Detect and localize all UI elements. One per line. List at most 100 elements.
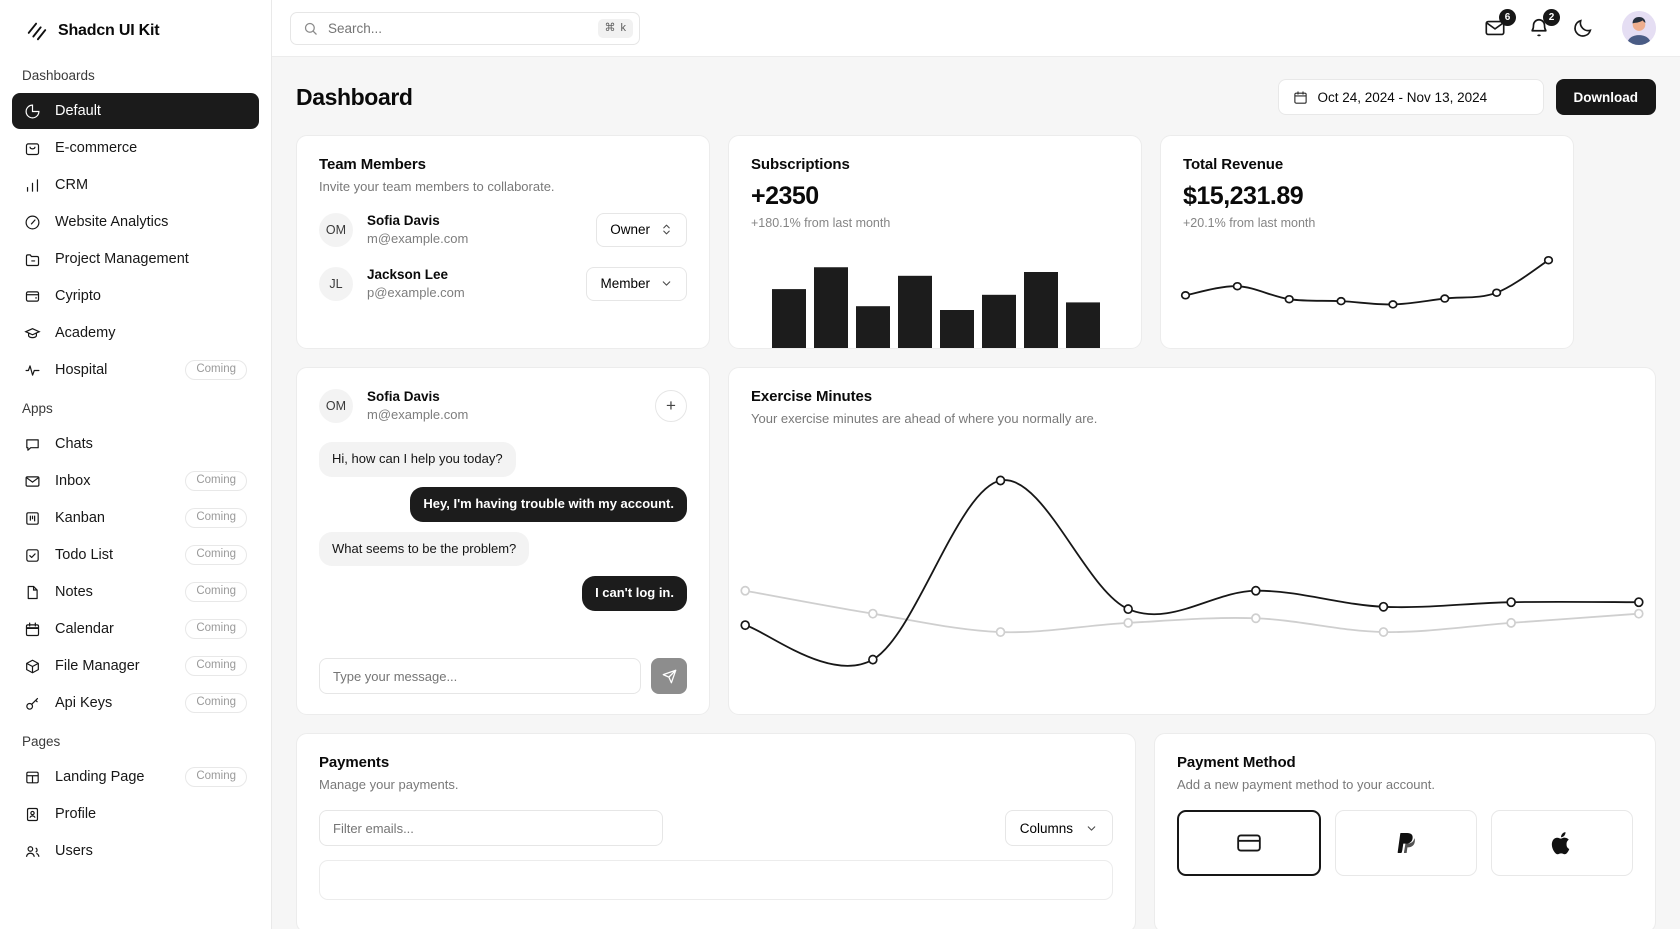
sidebar-item-label: Kanban: [55, 510, 105, 526]
new-chat-button[interactable]: +: [655, 389, 687, 422]
payments-filter-input[interactable]: [319, 810, 663, 846]
coming-soon-badge: Coming: [185, 359, 247, 381]
message-square-icon: [26, 438, 39, 451]
line-series-average: [745, 591, 1639, 633]
kanban-icon: [26, 511, 39, 525]
exercise-minutes-card: Exercise Minutes Your exercise minutes a…: [728, 367, 1656, 715]
chevron-down-icon: [1087, 825, 1096, 831]
layout-icon: [26, 771, 39, 783]
chat-message: Hi, how can I help you today?: [319, 441, 516, 477]
columns-dropdown-button[interactable]: Columns: [1004, 810, 1113, 846]
data-point: [1545, 257, 1553, 264]
search-icon: [304, 22, 317, 35]
dark-mode-toggle-icon[interactable]: [1572, 17, 1594, 39]
chat-message-input[interactable]: [319, 658, 641, 694]
data-point: [1124, 605, 1132, 613]
sidebar-item-crm[interactable]: CRM: [12, 167, 259, 203]
sidebar-item-kanban[interactable]: Kanban Coming: [12, 500, 259, 536]
sidebar-item-profile[interactable]: Profile: [12, 796, 259, 832]
search-box[interactable]: ⌘ k: [290, 11, 640, 45]
send-message-button[interactable]: [651, 658, 687, 694]
sidebar-section-label: Dashboards: [22, 68, 95, 83]
sidebar-item-calendar[interactable]: Calendar Coming: [12, 611, 259, 647]
data-point: [1252, 614, 1260, 622]
sidebar-item-label: Inbox: [55, 473, 91, 489]
apple-icon: [1551, 832, 1570, 855]
payment-option-paypal[interactable]: [1335, 810, 1477, 876]
sidebar-item-inbox[interactable]: Inbox Coming: [12, 463, 259, 499]
exercise-minutes-subtitle: Your exercise minutes are ahead of where…: [751, 411, 1098, 426]
page-title: Dashboard: [296, 83, 413, 110]
bar: [1024, 272, 1058, 348]
sidebar-item-todo-list[interactable]: Todo List Coming: [12, 537, 259, 573]
data-point: [1234, 283, 1242, 290]
topbar: ⌘ k 6 2: [272, 0, 1680, 57]
shopping-bag-icon: [25, 142, 40, 155]
bell-icon[interactable]: 2: [1528, 9, 1560, 39]
brand[interactable]: Shadcn UI Kit: [0, 0, 271, 48]
chat-contact-email: m@example.com: [367, 407, 469, 423]
data-point: [1441, 295, 1449, 302]
sidebar-item-academy[interactable]: Academy: [12, 315, 259, 351]
sidebar-item-chats[interactable]: Chats: [12, 426, 259, 462]
sidebar-item-default[interactable]: Default: [12, 93, 259, 129]
sidebar-item-project-management[interactable]: Project Management: [12, 241, 259, 277]
sidebar-item-landing-page[interactable]: Landing Page Coming: [12, 759, 259, 795]
coming-soon-badge: Coming: [185, 581, 247, 603]
bar: [814, 267, 848, 348]
date-range-value: Oct 24, 2024 - Nov 13, 2024: [1317, 89, 1488, 105]
exercise-minutes-title: Exercise Minutes: [751, 388, 872, 405]
sidebar-item-label: Cyripto: [55, 288, 101, 304]
dashboard-row-1: Team Members Invite your team members to…: [296, 135, 1656, 349]
data-point: [1252, 587, 1260, 595]
sidebar-item-label: Landing Page: [55, 769, 145, 785]
key-icon: [26, 697, 39, 710]
date-range-picker[interactable]: Oct 24, 2024 - Nov 13, 2024: [1277, 79, 1544, 115]
member-role-select[interactable]: Owner: [596, 212, 687, 247]
member-identity: Sofia Davis m@example.com: [367, 212, 468, 248]
payment-option-card[interactable]: [1177, 810, 1321, 876]
chat-avatar: OM: [319, 388, 353, 423]
app-root: Shadcn UI Kit Dashboards Default E-commerc…: [0, 0, 1680, 929]
sidebar-item-label: Project Management: [55, 251, 189, 267]
sidebar-item-label: Website Analytics: [55, 214, 169, 230]
sidebar-item-label: Api Keys: [55, 695, 113, 711]
sidebar-item-website-analytics[interactable]: Website Analytics: [12, 204, 259, 240]
sidebar-item-users[interactable]: Users: [12, 833, 259, 869]
data-point: [997, 476, 1005, 484]
subscriptions-value: +2350: [751, 182, 819, 210]
payment-method-title: Payment Method: [1177, 754, 1296, 771]
data-point: [1635, 598, 1643, 606]
coming-soon-badge: Coming: [185, 470, 247, 492]
chevrons-up-down-icon: [663, 225, 670, 235]
page-header-actions: Oct 24, 2024 - Nov 13, 2024 Download: [1277, 79, 1656, 115]
sidebar-item-label: Users: [55, 843, 93, 859]
sidebar: Shadcn UI Kit Dashboards Default E-commerc…: [0, 0, 272, 929]
avatar[interactable]: [1622, 11, 1656, 45]
team-members-title: Team Members: [319, 156, 426, 173]
download-button[interactable]: Download: [1555, 79, 1656, 115]
coming-soon-badge: Coming: [185, 692, 247, 714]
sidebar-item-e-commerce[interactable]: E-commerce: [12, 130, 259, 166]
search-input[interactable]: [328, 20, 589, 36]
users-icon: [25, 845, 40, 857]
total-revenue-value: $15,231.89: [1183, 182, 1304, 210]
chat-message: What seems to be the problem?: [319, 531, 530, 567]
bar: [898, 275, 932, 348]
wallet-icon: [25, 290, 40, 302]
sidebar-item-file-manager[interactable]: File Manager Coming: [12, 648, 259, 684]
sidebar-item-notes[interactable]: Notes Coming: [12, 574, 259, 610]
credit-card-icon: [1237, 834, 1261, 852]
payment-option-apple[interactable]: [1491, 810, 1633, 876]
bar: [982, 294, 1016, 348]
sidebar-item-hospital[interactable]: Hospital Coming: [12, 352, 259, 388]
member-role-select[interactable]: Member: [586, 266, 687, 301]
sidebar-item-api-keys[interactable]: Api Keys Coming: [12, 685, 259, 721]
data-point: [1380, 628, 1388, 636]
sidebar-item-label: Profile: [55, 806, 97, 822]
team-member-row: OM Sofia Davis m@example.com Owner: [319, 212, 687, 248]
member-avatar: OM: [319, 212, 353, 247]
gauge-icon: [25, 215, 40, 229]
mail-icon[interactable]: 6: [1484, 9, 1516, 39]
sidebar-item-cyripto[interactable]: Cyripto: [12, 278, 259, 314]
